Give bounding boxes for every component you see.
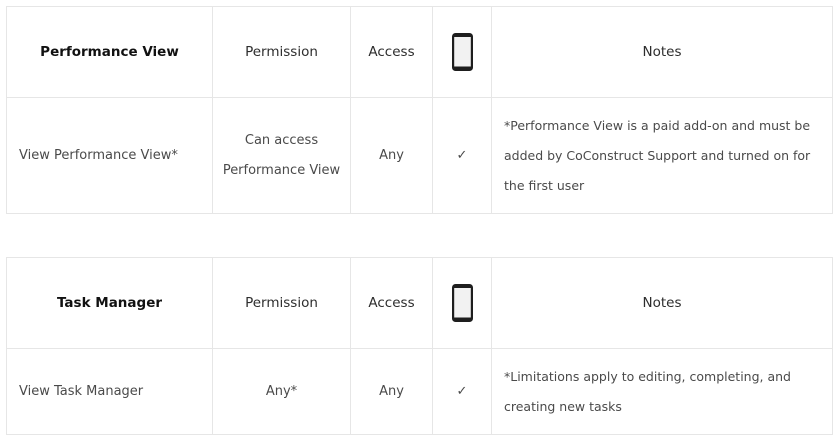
notes-cell: *Limitations apply to editing, completin…	[491, 348, 833, 435]
notes-line: creating new tasks	[504, 398, 622, 414]
mobile-header	[432, 6, 492, 98]
permission-line: Performance View	[222, 162, 341, 178]
notes-line: the first user	[504, 177, 585, 193]
permission-header: Permission	[212, 6, 351, 98]
table-row: View Task Manager Any* Any ✓ *Limitation…	[6, 348, 833, 435]
access-header: Access	[350, 6, 433, 98]
permission-cell: Any*	[212, 348, 351, 435]
notes-line: *Limitations apply to editing, completin…	[504, 368, 791, 384]
feature-header: Performance View	[6, 6, 213, 98]
mobile-checkmark: ✓	[432, 97, 492, 214]
table-header-row: Performance View Permission Access Notes	[6, 6, 833, 98]
notes-header: Notes	[491, 6, 833, 98]
permission-line: Can access	[244, 132, 319, 148]
access-cell: Any	[350, 97, 433, 214]
notes-line: *Performance View is a paid add-on and m…	[504, 117, 811, 133]
access-header: Access	[350, 257, 433, 349]
notes-line: added by CoConstruct Support and turned …	[504, 147, 811, 163]
mobile-checkmark: ✓	[432, 348, 492, 435]
smartphone-icon	[451, 284, 473, 322]
smartphone-icon	[451, 33, 473, 71]
table-header-row: Task Manager Permission Access Notes	[6, 257, 833, 349]
performance-view-permissions-table: Performance View Permission Access Notes…	[6, 6, 833, 214]
table-row: View Performance View* Can access Perfor…	[6, 97, 833, 214]
permission-cell: Can access Performance View	[212, 97, 351, 214]
notes-header: Notes	[491, 257, 833, 349]
notes-cell: *Performance View is a paid add-on and m…	[491, 97, 833, 214]
feature-header: Task Manager	[6, 257, 213, 349]
permission-header: Permission	[212, 257, 351, 349]
mobile-header	[432, 257, 492, 349]
task-manager-permissions-table: Task Manager Permission Access Notes Vie…	[6, 257, 833, 435]
feature-cell: View Task Manager	[6, 348, 213, 435]
feature-cell: View Performance View*	[6, 97, 213, 214]
access-cell: Any	[350, 348, 433, 435]
